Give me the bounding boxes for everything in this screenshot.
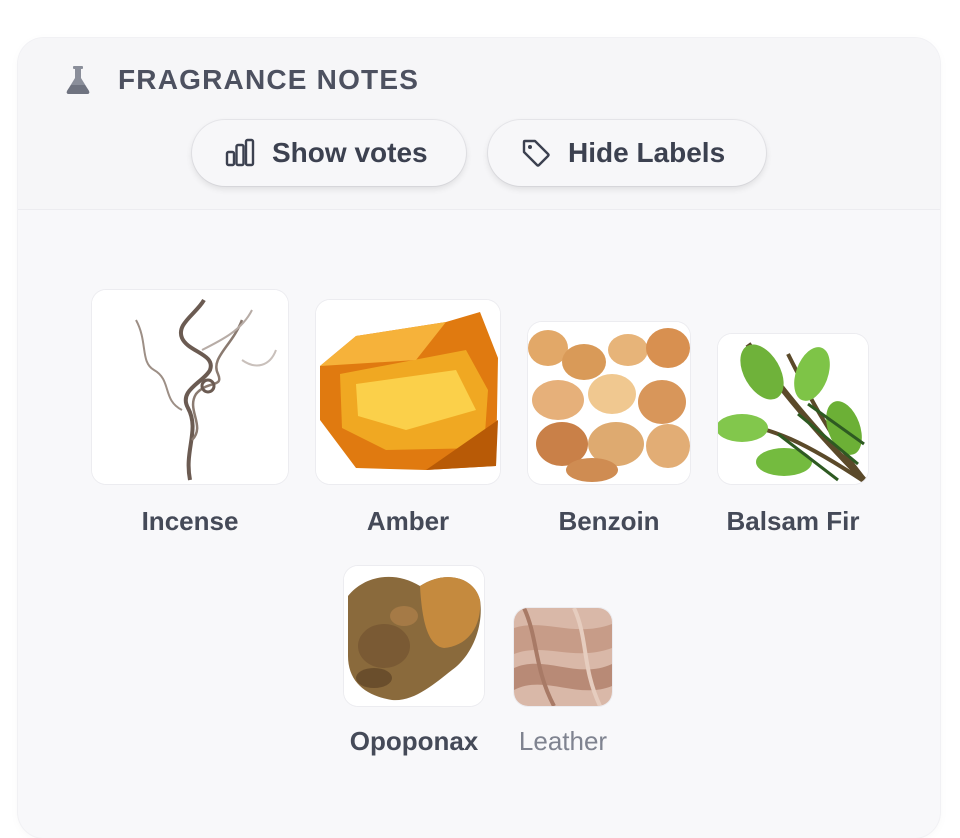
card-header: FRAGRANCE NOTES Show votes Hide Labels (18, 38, 940, 210)
note-name: Amber (366, 506, 450, 536)
note-leather[interactable]: Leather (514, 608, 612, 756)
note-incense[interactable]: Incense (92, 290, 288, 536)
hide-labels-label: Hide Labels (568, 137, 726, 168)
bar-chart-icon (225, 138, 255, 167)
note-amber[interactable]: Amber (316, 300, 500, 536)
opoponax-image (344, 566, 484, 706)
flask-icon (66, 66, 90, 94)
note-name: Opoponax (349, 726, 479, 756)
leather-image (514, 608, 612, 706)
note-benzoin[interactable]: Benzoin (528, 322, 690, 536)
hide-labels-button[interactable]: Hide Labels (488, 120, 766, 186)
note-name: Leather (518, 726, 608, 756)
section-title: FRAGRANCE NOTES (118, 64, 420, 95)
incense-image (92, 290, 288, 484)
balsam-fir-image (718, 334, 868, 484)
note-opoponax[interactable]: Opoponax (344, 566, 484, 756)
tag-icon (522, 139, 550, 167)
note-name: Incense (141, 506, 239, 536)
note-name: Benzoin (558, 506, 660, 536)
show-votes-label: Show votes (272, 137, 428, 168)
benzoin-image (528, 322, 690, 484)
amber-image (316, 300, 500, 484)
section-title-row: FRAGRANCE NOTES (62, 64, 419, 96)
note-balsam-fir[interactable]: Balsam Fir (718, 334, 868, 536)
note-name: Balsam Fir (726, 506, 860, 536)
show-votes-button[interactable]: Show votes (192, 120, 466, 186)
